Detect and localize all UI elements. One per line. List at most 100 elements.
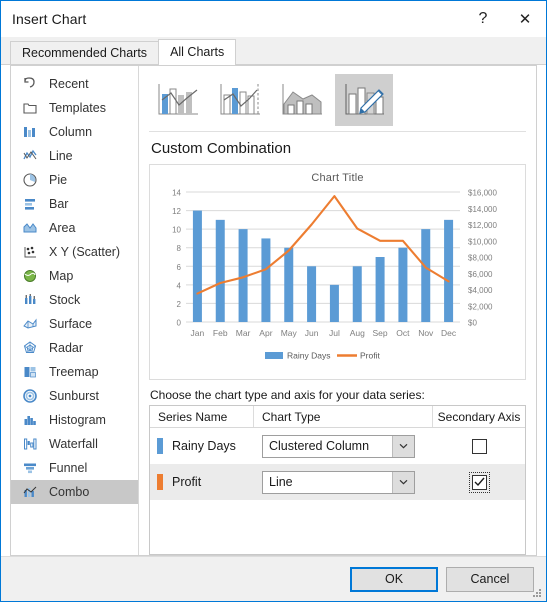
series-name-cell: Profit [150, 464, 254, 500]
sidebar-item-map[interactable]: Map [11, 264, 138, 288]
sidebar-item-treemap[interactable]: Treemap [11, 360, 138, 384]
chart-picker-panel: Recent Templates Column Line Pie Bar Are… [10, 65, 537, 556]
sidebar-item-templates[interactable]: Templates [11, 96, 138, 120]
sidebar-item-line[interactable]: Line [11, 144, 138, 168]
svg-text:Jul: Jul [329, 328, 340, 338]
svg-text:Aug: Aug [350, 328, 365, 338]
sidebar-item-bar[interactable]: Bar [11, 192, 138, 216]
ok-button[interactable]: OK [350, 566, 438, 592]
svg-text:Nov: Nov [418, 328, 434, 338]
svg-text:12: 12 [172, 207, 181, 216]
svg-text:May: May [281, 328, 298, 338]
thumbnail-stacked-area-clustered-column[interactable] [273, 74, 331, 126]
sidebar-item-sunburst[interactable]: Sunburst [11, 384, 138, 408]
thumbnail-custom-combination[interactable] [335, 74, 393, 126]
sidebar-item-stock[interactable]: Stock [11, 288, 138, 312]
sidebar-item-area[interactable]: Area [11, 216, 138, 240]
chart-type-value: Clustered Column [269, 439, 370, 453]
svg-text:0: 0 [177, 319, 182, 328]
sidebar-item-label: Area [49, 221, 76, 235]
svg-text:Apr: Apr [259, 328, 272, 338]
chart-type-cell: Line [254, 464, 433, 500]
chevron-down-icon[interactable] [392, 471, 414, 493]
series-name-cell: Rainy Days [150, 428, 254, 464]
svg-text:$10,000: $10,000 [468, 237, 497, 246]
tab-recommended-charts[interactable]: Recommended Charts [10, 41, 160, 65]
sidebar-item-label: Histogram [49, 413, 106, 427]
checkmark-icon [474, 477, 485, 487]
funnel-chart-icon [19, 459, 41, 477]
sidebar-item-funnel[interactable]: Funnel [11, 456, 138, 480]
close-button[interactable]: ✕ [504, 2, 546, 36]
sidebar-item-waterfall[interactable]: Waterfall [11, 432, 138, 456]
surface-chart-icon [19, 315, 41, 333]
svg-text:$16,000: $16,000 [468, 189, 497, 198]
svg-text:$4,000: $4,000 [468, 286, 493, 295]
pie-chart-icon [19, 171, 41, 189]
chart-type-dropdown-rainy-days[interactable]: Clustered Column [262, 434, 415, 458]
recent-icon [19, 75, 41, 93]
dialog-content: Recent Templates Column Line Pie Bar Are… [1, 64, 546, 601]
chart-type-cell: Clustered Column [254, 428, 433, 464]
secondary-axis-checkbox-rainy-days[interactable] [471, 438, 487, 454]
title-bar: Insert Chart ? ✕ [1, 1, 546, 37]
sidebar-item-recent[interactable]: Recent [11, 72, 138, 96]
sidebar-item-column[interactable]: Column [11, 120, 138, 144]
svg-text:$2,000: $2,000 [468, 302, 493, 311]
column-chart-icon [19, 123, 41, 141]
line-chart-icon [19, 147, 41, 165]
sidebar-item-label: Recent [49, 77, 89, 91]
tab-all-charts[interactable]: All Charts [158, 39, 237, 65]
secondary-axis-checkbox-profit[interactable] [468, 471, 490, 493]
sidebar-item-pie[interactable]: Pie [11, 168, 138, 192]
svg-text:6: 6 [177, 263, 182, 272]
sidebar-item-histogram[interactable]: Histogram [11, 408, 138, 432]
series-color-swatch [157, 474, 163, 490]
table-row[interactable]: Profit Line [150, 464, 525, 500]
svg-text:Feb: Feb [213, 328, 228, 338]
svg-text:Profit: Profit [360, 351, 380, 361]
cancel-button[interactable]: Cancel [446, 566, 534, 592]
svg-text:$8,000: $8,000 [468, 254, 493, 263]
resize-grip-icon[interactable] [531, 587, 543, 599]
svg-text:$6,000: $6,000 [468, 270, 493, 279]
svg-text:Sep: Sep [373, 328, 388, 338]
svg-text:14: 14 [172, 189, 181, 198]
sidebar-item-label: Map [49, 269, 74, 283]
help-button[interactable]: ? [462, 2, 504, 36]
svg-text:$12,000: $12,000 [468, 221, 497, 230]
sidebar-item-radar[interactable]: Radar [11, 336, 138, 360]
sidebar-item-combo[interactable]: Combo [11, 480, 138, 504]
table-row[interactable]: Rainy Days Clustered Column [150, 428, 525, 464]
chart-category-list[interactable]: Recent Templates Column Line Pie Bar Are… [11, 66, 139, 555]
stock-chart-icon [19, 291, 41, 309]
insert-chart-dialog: Insert Chart ? ✕ Recommended Charts All … [0, 0, 547, 602]
svg-text:Dec: Dec [441, 328, 457, 338]
chart-subtype-thumbnails [149, 74, 526, 132]
sidebar-item-label: Surface [49, 317, 93, 331]
map-chart-icon [19, 267, 41, 285]
sidebar-item-label: Line [49, 149, 73, 163]
svg-text:Oct: Oct [396, 328, 410, 338]
combo-chart-icon [19, 483, 41, 501]
sidebar-item-scatter[interactable]: X Y (Scatter) [11, 240, 138, 264]
sidebar-item-label: Funnel [49, 461, 88, 475]
svg-text:Mar: Mar [236, 328, 251, 338]
sidebar-item-label: Sunburst [49, 389, 100, 403]
histogram-chart-icon [19, 411, 41, 429]
chart-preview-pane: Custom Combination Chart Title 0 2 4 6 8 10 12… [139, 66, 536, 555]
svg-text:2: 2 [177, 300, 182, 309]
chart-type-dropdown-profit[interactable]: Line [262, 470, 415, 494]
combo-chart-svg: 0 2 4 6 8 10 12 14 $0 $2,000 $4,000 $6,000 $8,000 $10… [172, 189, 497, 361]
header-secondary-axis: Secondary Axis [437, 409, 521, 424]
waterfall-chart-icon [19, 435, 41, 453]
sidebar-item-surface[interactable]: Surface [11, 312, 138, 336]
sidebar-item-label: Radar [49, 341, 84, 355]
sidebar-item-label: Bar [49, 197, 69, 211]
sidebar-item-label: Waterfall [49, 437, 98, 451]
chevron-down-icon[interactable] [392, 435, 414, 457]
chart-type-value: Line [269, 475, 293, 489]
thumbnail-clustered-column-line[interactable] [149, 74, 207, 126]
thumbnail-clustered-column-line-secondary-axis[interactable] [211, 74, 269, 126]
svg-text:4: 4 [177, 281, 182, 290]
